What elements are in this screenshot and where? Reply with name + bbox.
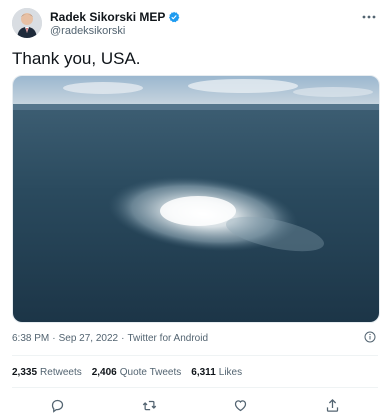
tweet-time[interactable]: 6:38 PM [12,333,49,344]
likes-count: 6,311 [191,367,216,378]
share-button[interactable] [324,397,340,413]
more-options-icon[interactable] [362,7,376,22]
share-icon [326,398,338,412]
divider [12,355,378,356]
tweet-meta: 6:38 PM · Sep 27, 2022 · Twitter for Android [12,333,208,344]
author-handle[interactable]: @radeksikorski [50,25,125,37]
person-avatar-icon [12,8,42,38]
retweet-button[interactable] [141,397,157,413]
avatar[interactable] [12,8,42,38]
tweet-stats: 2,335 Retweets 2,406 Quote Tweets 6,311 Lik… [12,367,242,378]
divider [12,387,378,388]
retweets-label: Retweets [40,367,82,378]
likes-stat[interactable]: 6,311 Likes [191,367,242,378]
reply-icon [52,399,64,413]
tweet-card: Radek Sikorski MEP @radeksikorski Thank … [0,0,388,420]
quotes-stat[interactable]: 2,406 Quote Tweets [92,367,182,378]
tweet-source[interactable]: Twitter for Android [127,333,208,344]
author-name[interactable]: Radek Sikorski MEP [50,10,165,24]
quotes-count: 2,406 [91,367,117,378]
retweets-count: 2,335 [12,367,38,378]
info-icon[interactable] [364,331,376,343]
verified-badge-icon [169,11,180,23]
like-icon [235,399,247,411]
retweet-icon [142,400,156,410]
like-button[interactable] [233,397,249,413]
tweet-date[interactable]: Sep 27, 2022 [59,333,119,344]
author-name-row[interactable]: Radek Sikorski MEP [50,10,180,24]
likes-label: Likes [218,367,243,378]
meta-separator: · [121,333,125,344]
tweet-photo[interactable] [12,75,380,323]
retweets-stat[interactable]: 2,335 Retweets [12,367,82,378]
quotes-label: Quote Tweets [119,367,182,378]
tweet-actions [12,397,378,413]
sea-gas-leak-photo-icon [13,76,379,322]
tweet-text: Thank you, USA. [12,49,141,68]
reply-button[interactable] [50,397,66,413]
meta-separator: · [52,333,56,344]
